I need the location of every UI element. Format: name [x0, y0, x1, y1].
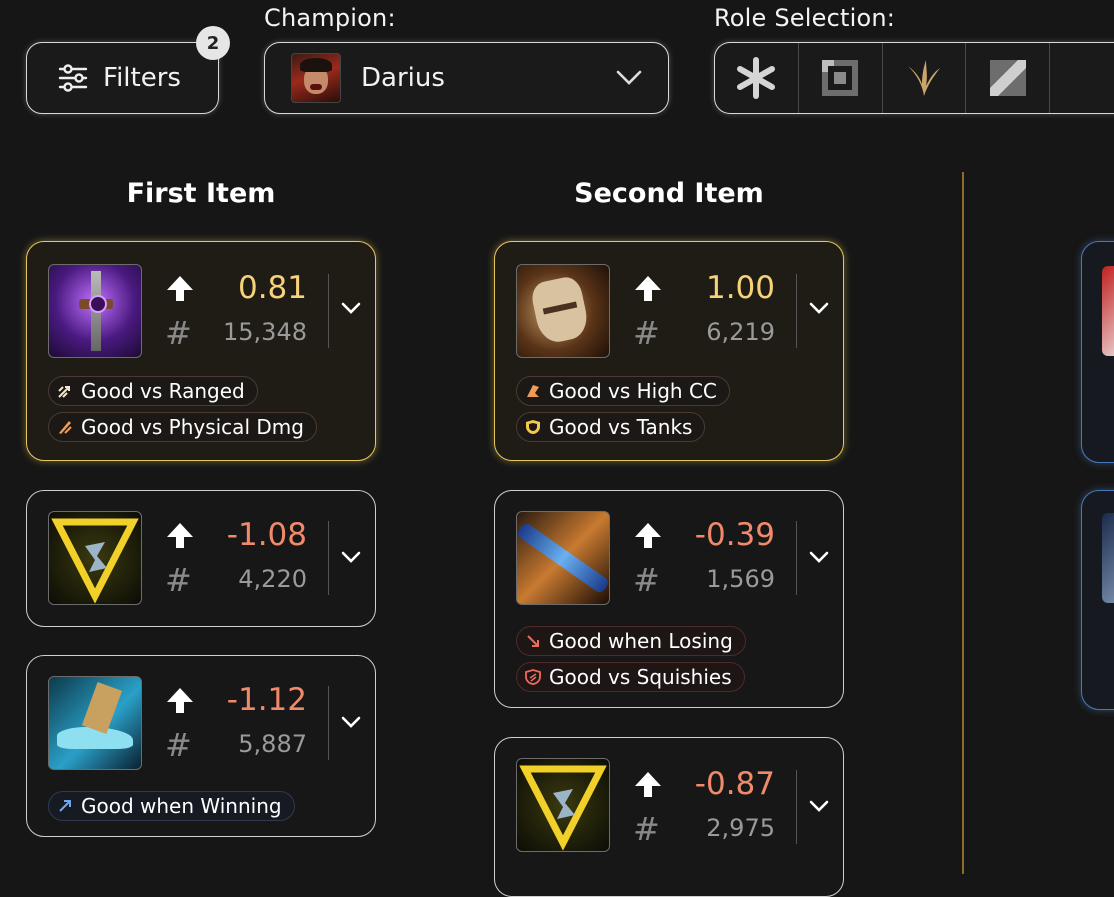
tag-good-vs-high-cc: Good vs High CC — [516, 376, 730, 406]
arrow-up-icon — [167, 688, 193, 713]
item-card[interactable]: # -1.08 4,220 — [26, 490, 376, 627]
hash-icon: # — [633, 314, 660, 352]
divider — [328, 686, 329, 760]
all-roles-icon — [737, 57, 776, 99]
champion-label: Champion: — [264, 4, 396, 32]
score-value: -1.12 — [226, 682, 307, 718]
purple-blade-item-icon — [48, 264, 142, 358]
games-count: 2,975 — [706, 814, 775, 842]
champion-avatar — [291, 53, 341, 103]
role-jungle[interactable] — [883, 43, 967, 113]
games-count: 15,348 — [223, 318, 307, 346]
games-count: 5,887 — [238, 730, 307, 758]
item-card-partial[interactable] — [1081, 241, 1114, 463]
hash-icon: # — [165, 314, 192, 352]
score-value: 0.81 — [237, 270, 307, 306]
divider — [328, 521, 329, 595]
chevron-down-icon — [616, 70, 642, 85]
games-count: 6,219 — [706, 318, 775, 346]
jungle-icon — [907, 60, 940, 96]
high-cc-icon — [525, 383, 541, 399]
ranged-icon — [57, 383, 73, 399]
filters-count-badge: 2 — [196, 26, 230, 60]
item-card[interactable]: # 1.00 6,219 Good vs High CC Good vs Tan… — [494, 241, 844, 461]
chevron-down-icon[interactable] — [341, 551, 361, 563]
mid-lane-icon — [989, 60, 1026, 96]
role-all[interactable] — [715, 43, 799, 113]
filters-label: Filters — [103, 63, 181, 93]
blue-boots-item-icon — [48, 676, 142, 770]
divider — [328, 274, 329, 348]
hash-icon: # — [165, 726, 192, 764]
physical-damage-icon — [57, 419, 73, 435]
squishy-icon — [525, 669, 541, 685]
trend-down-icon — [525, 633, 541, 649]
chevron-down-icon[interactable] — [341, 716, 361, 728]
item-image-partial — [1102, 513, 1114, 603]
hash-icon: # — [165, 561, 192, 599]
blue-spear-item-icon — [516, 511, 610, 605]
sliders-icon — [58, 64, 88, 92]
chevron-down-icon[interactable] — [809, 551, 829, 563]
games-count: 4,220 — [238, 565, 307, 593]
tag-good-vs-ranged: Good vs Ranged — [48, 376, 258, 406]
divider — [796, 770, 797, 844]
item-card[interactable]: # -1.12 5,887 Good when Winning — [26, 655, 376, 837]
champion-select[interactable]: Darius — [264, 42, 669, 114]
golden-triangle-item-icon — [516, 758, 610, 852]
golden-triangle-item-icon — [48, 511, 142, 605]
column-separator — [962, 172, 964, 874]
role-selection-label: Role Selection: — [714, 4, 896, 32]
chevron-down-icon[interactable] — [809, 800, 829, 812]
tank-shield-icon — [525, 419, 541, 435]
tag-good-when-losing: Good when Losing — [516, 626, 746, 656]
hash-icon: # — [633, 561, 660, 599]
tag-good-when-winning: Good when Winning — [48, 791, 295, 821]
chevron-down-icon[interactable] — [341, 302, 361, 314]
bronze-helmet-item-icon — [516, 264, 610, 358]
tag-good-vs-squishies: Good vs Squishies — [516, 662, 745, 692]
tag-good-vs-tanks: Good vs Tanks — [516, 412, 706, 442]
chevron-down-icon[interactable] — [809, 302, 829, 314]
item-card[interactable]: # -0.39 1,569 Good when Losing Good vs S… — [494, 490, 844, 708]
trend-up-icon — [57, 798, 73, 814]
arrow-up-icon — [167, 276, 193, 301]
item-card-partial[interactable] — [1081, 490, 1114, 710]
first-item-title: First Item — [126, 178, 276, 209]
champion-name: Darius — [361, 63, 445, 93]
role-bottom[interactable] — [1050, 43, 1114, 113]
games-count: 1,569 — [706, 565, 775, 593]
arrow-up-icon — [635, 276, 661, 301]
score-value: -0.87 — [694, 766, 775, 802]
divider — [796, 274, 797, 348]
role-selection-bar — [714, 42, 1114, 114]
item-card[interactable]: # 0.81 15,348 Good vs Ranged Good vs Phy… — [26, 241, 376, 461]
tag-good-vs-physical-dmg: Good vs Physical Dmg — [48, 412, 317, 442]
item-image-partial — [1102, 266, 1114, 356]
filters-button[interactable]: Filters — [26, 42, 219, 114]
hash-icon: # — [633, 810, 660, 848]
top-lane-icon — [822, 60, 859, 96]
arrow-up-icon — [635, 523, 661, 548]
arrow-up-icon — [635, 772, 661, 797]
role-top[interactable] — [799, 43, 883, 113]
second-item-title: Second Item — [574, 178, 764, 209]
score-value: -1.08 — [226, 517, 307, 553]
score-value: -0.39 — [694, 517, 775, 553]
divider — [796, 521, 797, 595]
role-mid[interactable] — [966, 43, 1051, 113]
score-value: 1.00 — [705, 270, 775, 306]
item-card[interactable]: # -0.87 2,975 — [494, 737, 844, 897]
arrow-up-icon — [167, 523, 193, 548]
